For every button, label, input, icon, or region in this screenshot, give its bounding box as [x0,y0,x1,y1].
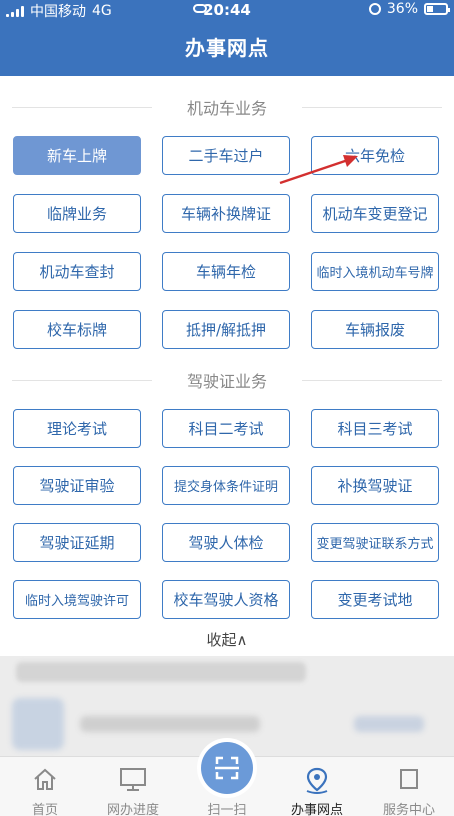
used-car-transfer-button[interactable]: 二手车过户 [162,136,290,175]
home-icon [34,768,56,790]
school-bus-driver-button[interactable]: 校车驾驶人资格 [162,580,290,619]
license-review-button[interactable]: 驾驶证审验 [13,466,141,505]
collapse-toggle[interactable]: 收起∧ [0,629,454,650]
vehicle-service-grid: 新车上牌 二手车过户 六年免检 临牌业务 车辆补换牌证 机动车变更登记 机动车查… [13,136,439,349]
scan-button[interactable] [201,742,253,794]
mortgage-button[interactable]: 抵押/解抵押 [162,310,290,349]
temp-entry-plate-button[interactable]: 临时入境机动车号牌 [311,252,439,291]
subject-two-exam-button[interactable]: 科目二考试 [162,409,290,448]
school-bus-sign-button[interactable]: 校车标牌 [13,310,141,349]
battery-icon [424,3,450,15]
subject-three-exam-button[interactable]: 科目三考试 [311,409,439,448]
tab-home-label: 首页 [31,803,58,816]
tab-scan-label: 扫一扫 [207,803,247,816]
change-contact-button[interactable]: 变更驾驶证联系方式 [311,523,439,562]
new-car-plate-button[interactable]: 新车上牌 [13,136,141,175]
tab-service-center-label: 服务中心 [382,803,435,816]
change-exam-location-button[interactable]: 变更考试地 [311,580,439,619]
status-bar: 中国移动 4G 20:44 36% [0,0,454,20]
tab-service-points-label: 办事网点 [290,803,343,816]
driver-physical-button[interactable]: 驾驶人体检 [162,523,290,562]
header-bar: 中国移动 4G 20:44 36% 办事网点 [0,0,454,76]
vehicle-scrap-button[interactable]: 车辆报废 [311,310,439,349]
replace-plate-button[interactable]: 车辆补换牌证 [162,194,290,233]
theory-exam-button[interactable]: 理论考试 [13,409,141,448]
tab-home[interactable]: 首页 [0,757,90,816]
tab-progress[interactable]: 网办进度 [88,757,178,816]
blurred-content [0,656,454,756]
vehicle-change-registration-button[interactable]: 机动车变更登记 [311,194,439,233]
tab-service-points[interactable]: 办事网点 [272,757,362,816]
monitor-icon [120,768,146,791]
replace-license-button[interactable]: 补换驾驶证 [311,466,439,505]
vehicle-seizure-button[interactable]: 机动车查封 [13,252,141,291]
tab-service-center[interactable]: 服务中心 [364,757,454,816]
tab-progress-label: 网办进度 [106,803,159,816]
license-service-grid: 理论考试 科目二考试 科目三考试 驾驶证审验 提交身体条件证明 补换驾驶证 驾驶… [13,409,439,619]
page-title: 办事网点 [185,36,269,60]
scan-icon [215,756,239,780]
service-icon [400,769,418,789]
annual-inspection-button[interactable]: 车辆年检 [162,252,290,291]
temp-driving-permit-button[interactable]: 临时入境驾驶许可 [13,580,141,619]
alarm-icon [368,3,381,15]
six-year-exemption-button[interactable]: 六年免检 [311,136,439,175]
location-icon [306,767,328,794]
section-title-vehicle: 机动车业务 [0,95,454,119]
health-certificate-button[interactable]: 提交身体条件证明 [162,466,290,505]
temporary-plate-button[interactable]: 临牌业务 [13,194,141,233]
battery-percent: 36% [386,1,418,17]
license-extension-button[interactable]: 驾驶证延期 [13,523,141,562]
section-title-license: 驾驶证业务 [0,368,454,392]
